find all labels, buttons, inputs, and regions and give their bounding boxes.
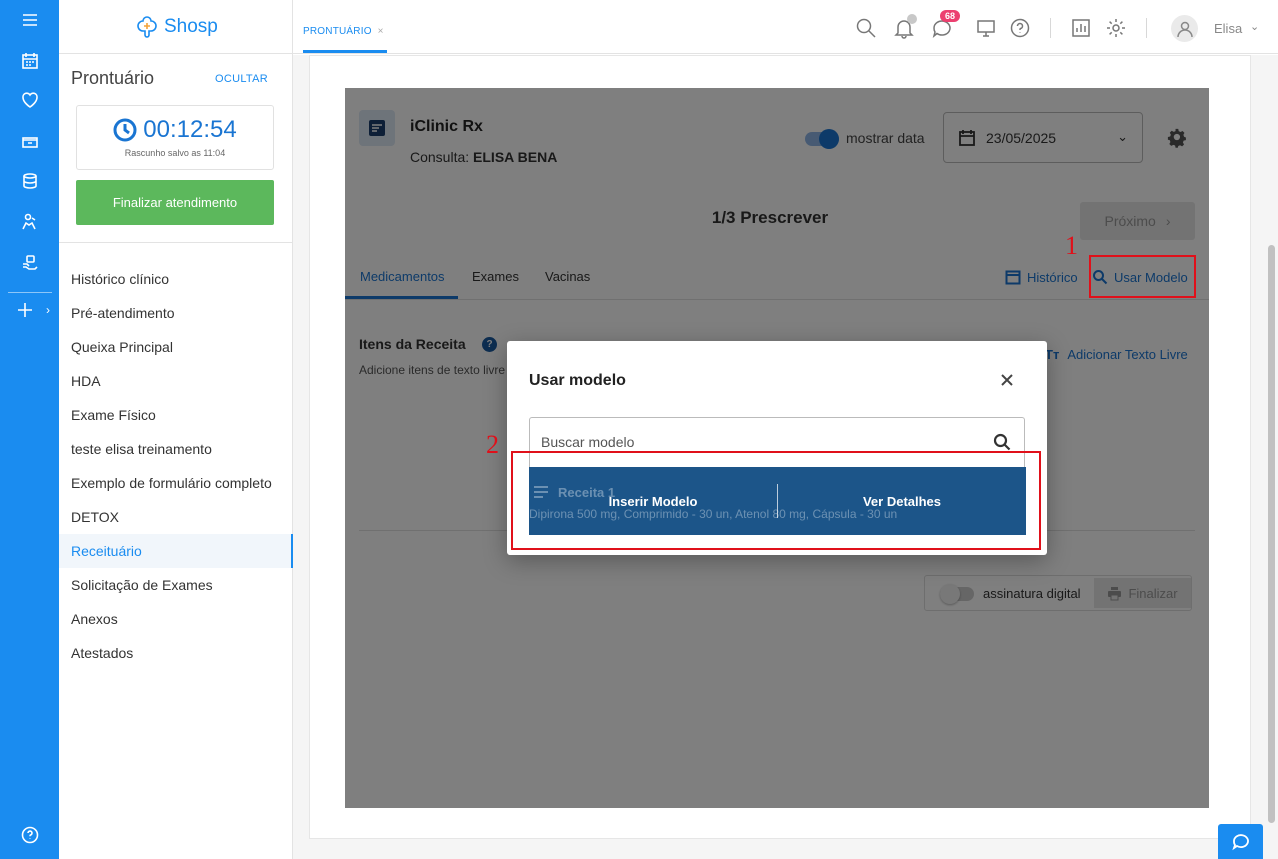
avatar[interactable] (1171, 15, 1198, 42)
timer: 00:12:54 (77, 116, 273, 144)
help-icon[interactable] (0, 820, 59, 850)
search-icon[interactable] (993, 433, 1011, 451)
monitor-icon[interactable] (975, 17, 997, 39)
calendar-icon[interactable] (0, 46, 59, 76)
logo-text: Shosp (164, 16, 218, 37)
annotation-number-2: 2 (486, 430, 499, 459)
help-icon[interactable] (1009, 17, 1031, 39)
chevron-down-icon[interactable]: ⌄ (1250, 20, 1259, 33)
chat-icon (1231, 833, 1249, 850)
tab-label: PRONTUÁRIO (303, 26, 372, 37)
menu-icon[interactable] (0, 5, 59, 35)
scrollbar-thumb[interactable] (1268, 245, 1275, 823)
sidebar: Shosp Prontuário OCULTAR 00:12:54 Rascun… (59, 0, 293, 859)
report-icon[interactable] (1070, 17, 1092, 39)
annotation-number-1: 1 (1065, 231, 1078, 260)
sidebar-item-exame-fisico[interactable]: Exame Físico (59, 398, 293, 432)
sidebar-item-hda[interactable]: HDA (59, 364, 293, 398)
add-icon[interactable] (0, 295, 50, 325)
divider (59, 53, 293, 54)
close-icon[interactable] (999, 372, 1015, 388)
sidebar-item-anexos[interactable]: Anexos (59, 602, 293, 636)
sidebar-item-queixa-principal[interactable]: Queixa Principal (59, 330, 293, 364)
database-icon[interactable] (0, 166, 59, 196)
logo-icon (137, 16, 157, 38)
divider (1146, 18, 1147, 38)
chevron-right-icon[interactable]: › (46, 303, 50, 317)
sidebar-item-teste-elisa-treinamento[interactable]: teste elisa treinamento (59, 432, 293, 466)
notification-dot (907, 14, 917, 24)
sidebar-item-detox[interactable]: DETOX (59, 500, 293, 534)
clock-icon (113, 118, 137, 142)
sidebar-item-pre-atendimento[interactable]: Pré-atendimento (59, 296, 293, 330)
rail-divider (8, 292, 52, 293)
timer-value: 00:12:54 (143, 116, 237, 143)
chat-button[interactable] (1218, 824, 1263, 859)
tab-close-icon[interactable]: × (378, 26, 384, 37)
search-icon[interactable] (855, 17, 877, 39)
sidebar-item-solicitacao-de-exames[interactable]: Solicitação de Exames (59, 568, 293, 602)
user-name[interactable]: Elisa (1214, 21, 1242, 36)
people-icon[interactable] (0, 207, 59, 237)
sidebar-item-atestados[interactable]: Atestados (59, 636, 293, 670)
sidebar-item-historico-clinico[interactable]: Histórico clínico (59, 262, 293, 296)
divider (1050, 18, 1051, 38)
finalize-appointment-button[interactable]: Finalizar atendimento (76, 180, 274, 225)
tab-prontuario[interactable]: PRONTUÁRIO × (303, 26, 384, 37)
timer-box: 00:12:54 Rascunho salvo as 11:04 (76, 105, 274, 170)
gear-icon[interactable] (1105, 17, 1127, 39)
logo[interactable]: Shosp (134, 14, 218, 40)
topbar: PRONTUÁRIO × (293, 0, 1278, 54)
model-search-input[interactable] (541, 432, 971, 452)
heart-icon[interactable] (0, 85, 59, 115)
left-rail: › (0, 0, 59, 859)
draft-saved-text: Rascunho salvo as 11:04 (124, 148, 226, 158)
sidebar-item-exemplo-de-formulario-completo[interactable]: Exemplo de formulário completo (59, 466, 293, 500)
care-hand-icon[interactable] (0, 248, 59, 278)
hide-sidebar-link[interactable]: OCULTAR (215, 73, 268, 85)
active-tab-indicator (303, 50, 387, 53)
annotation-box-2 (511, 451, 1041, 550)
messages-badge: 68 (940, 10, 961, 22)
sidebar-title: Prontuário (71, 68, 155, 88)
money-icon[interactable] (0, 127, 59, 157)
user-icon (1176, 21, 1193, 37)
annotation-box-1 (1089, 255, 1196, 298)
divider (59, 242, 293, 243)
sidebar-item-receituario[interactable]: Receituário (59, 534, 293, 568)
dialog-title: Usar modelo (529, 372, 626, 389)
